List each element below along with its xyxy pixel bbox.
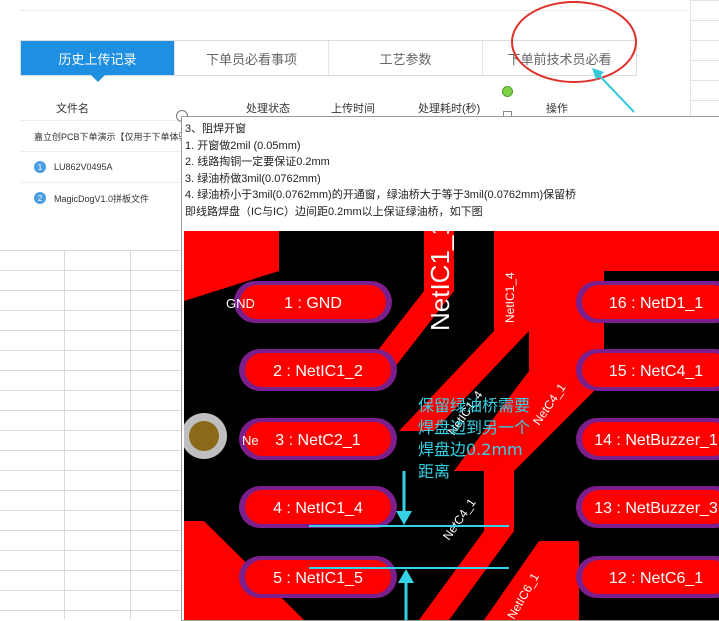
table-header: 文件名 处理状态 上传时间 处理耗时(秒) 操作 [20, 100, 660, 116]
note-line: 即线路焊盘（IC与IC）边间距0.2mm以上保证绿油桥，如下图 [185, 205, 483, 218]
tab-process-params[interactable]: 工艺参数 [329, 41, 483, 75]
pad-label: 16 : NetD1_1 [609, 295, 703, 312]
net-label: GND [226, 296, 255, 311]
row-number-badge: 2 [34, 192, 46, 204]
spreadsheet-grid-background [0, 250, 190, 619]
net-label: NetIC1_1 [425, 231, 455, 331]
pad-label: 2 : NetIC1_2 [273, 363, 363, 380]
tab-upload-history[interactable]: 历史上传记录 [21, 41, 175, 82]
table-row[interactable]: 2 MagicDogV1.0拼板文件 [20, 182, 190, 213]
pad-label: 3 : NetC2_1 [275, 432, 360, 449]
table-row[interactable]: 嘉立创PCB下单演示【仅用于下单体验 [20, 120, 190, 151]
col-status: 处理状态 [246, 103, 290, 115]
col-action: 操作 [546, 103, 568, 115]
note-line: 1. 开窗做2mil (0.05mm) [185, 139, 301, 152]
note-line: 2. 线路掏铜一定要保证0.2mm [185, 156, 330, 169]
net-label: NetIC1_4 [503, 272, 517, 323]
svg-text:距离: 距离 [418, 462, 450, 481]
pad-label: 14 : NetBuzzer_1 [594, 432, 718, 449]
pad-label: 12 : NetC6_1 [609, 570, 703, 587]
arrow-head-down [396, 511, 412, 525]
drill-hole [189, 421, 219, 451]
svg-text:保留绿油桥需要: 保留绿油桥需要 [418, 396, 530, 415]
svg-text:焊盘边0.2mm: 焊盘边0.2mm [418, 440, 523, 459]
file-name: 嘉立创PCB下单演示【仅用于下单体验 [34, 131, 188, 142]
tech-note-image: 3、阻焊开窗 1. 开窗做2mil (0.05mm) 2. 线路掏铜一定要保证0… [181, 116, 719, 621]
file-name: LU862V0495A [54, 162, 113, 172]
table-row[interactable]: 1 LU862V0495A [20, 151, 190, 182]
net-label: Ne [242, 433, 259, 448]
note-line: 3、阻焊开窗 [185, 123, 247, 135]
pad-label: 5 : NetIC1_5 [273, 570, 363, 587]
svg-text:焊盘边到另一个: 焊盘边到另一个 [418, 418, 530, 437]
pad-label: 15 : NetC4_1 [609, 363, 703, 380]
file-name: MagicDogV1.0拼板文件 [54, 193, 150, 204]
arrow-head-up [398, 569, 414, 583]
pad-label: 4 : NetIC1_4 [273, 500, 363, 517]
rotation-handle[interactable] [502, 86, 513, 97]
file-list: 嘉立创PCB下单演示【仅用于下单体验 1 LU862V0495A 2 Magic… [20, 120, 190, 213]
col-filename: 文件名 [56, 103, 89, 115]
note-line: 4. 绿油桥小于3mil(0.0762mm)的开通窗，绿油桥大于等于3mil(0… [185, 189, 577, 202]
tab-order-notes[interactable]: 下单员必看事项 [175, 41, 329, 75]
col-upload-time: 上传时间 [331, 103, 375, 115]
net-label: NetC4_1 [440, 496, 479, 543]
note-text: 3、阻焊开窗 1. 开窗做2mil (0.05mm) 2. 线路掏铜一定要保证0… [185, 121, 576, 221]
row-number-badge: 1 [34, 161, 46, 173]
pad-label: 1 : GND [284, 295, 342, 312]
arrow-annotation [592, 68, 635, 113]
pcb-diagram: 1 : GND 2 : NetIC1_2 3 : NetC2_1 4 : Net… [184, 231, 719, 620]
pad-label: 13 : NetBuzzer_3 [594, 500, 718, 517]
note-line: 3. 绿油桥做3mil(0.0762mm) [185, 172, 321, 185]
col-duration: 处理耗时(秒) [418, 103, 481, 115]
